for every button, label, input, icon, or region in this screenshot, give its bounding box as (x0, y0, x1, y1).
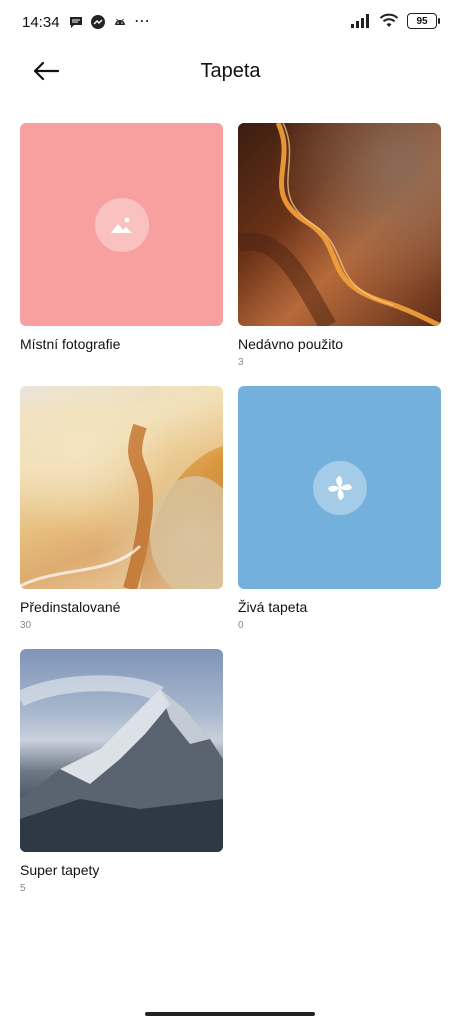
home-indicator[interactable] (145, 1012, 315, 1016)
tile-recently-used[interactable]: Nedávno použito 3 (238, 123, 441, 369)
tile-live-wallpaper[interactable]: Živá tapeta 0 (238, 386, 441, 632)
signal-icon (351, 14, 369, 28)
tile-label: Místní fotografie (20, 336, 121, 352)
tile-super-wallpapers[interactable]: Super tapety 5 (20, 649, 223, 895)
preinstalled-thumbnail[interactable] (20, 386, 223, 589)
desert-image (238, 123, 441, 326)
tile-local-photos[interactable]: Místní fotografie (20, 123, 223, 354)
messenger-icon (91, 15, 105, 29)
mountain-image (20, 675, 223, 852)
battery-level: 95 (416, 15, 428, 27)
image-icon (94, 197, 149, 252)
tile-count: 30 (20, 620, 32, 631)
tile-preinstalled[interactable]: Předinstalované 30 (20, 386, 223, 632)
tile-count: 0 (238, 620, 244, 631)
message-icon (70, 17, 82, 28)
glass-image (20, 386, 223, 589)
more-notifications-icon: ⋯ (134, 13, 151, 30)
tile-count: 5 (20, 883, 26, 894)
page-title: Tapeta (200, 60, 261, 82)
tile-label: Předinstalované (20, 599, 121, 615)
tile-label: Nedávno použito (238, 336, 344, 352)
tile-count: 3 (238, 357, 244, 368)
recently-used-thumbnail[interactable] (238, 123, 441, 326)
tile-label: Super tapety (20, 862, 100, 878)
battery-icon: 95 (407, 13, 440, 29)
tile-label: Živá tapeta (238, 599, 308, 615)
status-bar: 14:34 ⋯ 95 (0, 0, 461, 46)
super-wallpapers-thumbnail[interactable] (20, 649, 223, 852)
app-header: Tapeta (0, 46, 461, 96)
android-icon (115, 18, 125, 25)
local-photos-thumbnail[interactable] (20, 123, 223, 326)
wifi-icon (379, 13, 399, 27)
pinwheel-icon (312, 460, 367, 515)
status-time: 14:34 (22, 14, 60, 31)
live-wallpaper-thumbnail[interactable] (238, 386, 441, 589)
